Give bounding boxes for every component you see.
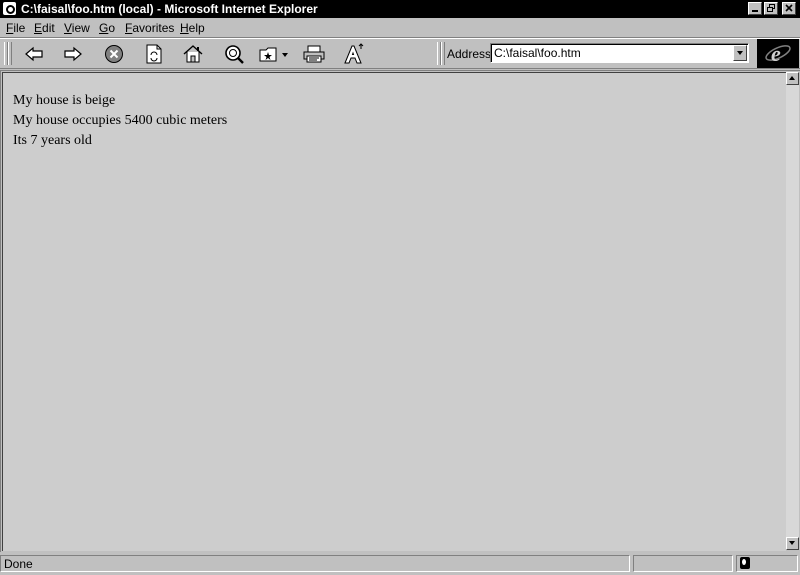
address-label: Address — [447, 47, 492, 61]
stop-button[interactable] — [99, 42, 129, 66]
font-icon — [344, 43, 364, 64]
restore-button[interactable] — [764, 2, 778, 15]
back-button[interactable] — [19, 42, 49, 66]
menu-file[interactable]: File — [6, 21, 25, 35]
menu-go[interactable]: Go — [99, 21, 115, 35]
status-zone-pane — [736, 555, 798, 572]
ie-logo-throbber[interactable]: e — [757, 39, 799, 68]
menu-help[interactable]: Help — [180, 21, 205, 35]
print-button[interactable] — [299, 42, 329, 66]
restore-icon — [767, 4, 775, 12]
scroll-down-button[interactable] — [786, 537, 799, 550]
menu-bar: File Edit View Go Favorites Help — [0, 18, 800, 38]
address-value[interactable]: C:\faisal\foo.htm — [494, 46, 581, 60]
status-text: Done — [4, 557, 33, 571]
forward-icon — [64, 46, 82, 62]
status-progress-pane — [633, 555, 733, 572]
ie-app-icon[interactable] — [3, 2, 16, 15]
minimize-button[interactable] — [748, 2, 762, 15]
status-text-pane: Done — [0, 555, 630, 572]
browser-viewport: My house is beige My house occupies 5400… — [0, 70, 800, 552]
window-title: C:\faisal\foo.htm (local) - Microsoft In… — [21, 2, 318, 16]
print-icon — [303, 45, 325, 63]
forward-button[interactable] — [58, 42, 88, 66]
home-button[interactable] — [178, 42, 208, 66]
toolbar-grip[interactable] — [8, 42, 12, 65]
svg-text:e: e — [771, 41, 781, 66]
close-icon — [785, 4, 793, 12]
toolbar: Address C:\faisal\foo.htm e — [0, 38, 800, 69]
menu-favorites[interactable]: Favorites — [125, 21, 174, 35]
page-text-line: Its 7 years old — [13, 133, 92, 148]
back-icon — [25, 46, 43, 62]
address-dropdown-button[interactable] — [733, 45, 747, 61]
vertical-scrollbar[interactable] — [786, 72, 799, 550]
ie-logo-icon: e — [765, 41, 791, 66]
minimize-icon — [752, 10, 758, 12]
font-button[interactable] — [339, 42, 369, 66]
address-grip[interactable] — [441, 42, 445, 65]
menu-view[interactable]: View — [64, 21, 90, 35]
search-icon — [225, 45, 244, 64]
refresh-icon — [146, 44, 162, 64]
page-text-line: My house occupies 5400 cubic meters — [13, 113, 228, 128]
search-button[interactable] — [219, 42, 249, 66]
favorites-icon — [259, 47, 288, 62]
scroll-up-button[interactable] — [786, 72, 799, 85]
page-text-line: My house is beige — [13, 93, 116, 108]
status-bar: Done — [0, 554, 800, 575]
page-content[interactable]: My house is beige My house occupies 5400… — [2, 72, 786, 551]
menu-edit[interactable]: Edit — [34, 21, 55, 35]
address-input[interactable]: C:\faisal\foo.htm — [490, 43, 749, 63]
refresh-button[interactable] — [139, 42, 169, 66]
stop-icon — [105, 45, 123, 63]
zone-icon — [740, 557, 750, 569]
title-bar: C:\faisal\foo.htm (local) - Microsoft In… — [0, 0, 800, 18]
favorites-button[interactable] — [256, 42, 292, 66]
home-icon — [183, 45, 203, 63]
close-button[interactable] — [782, 2, 796, 15]
